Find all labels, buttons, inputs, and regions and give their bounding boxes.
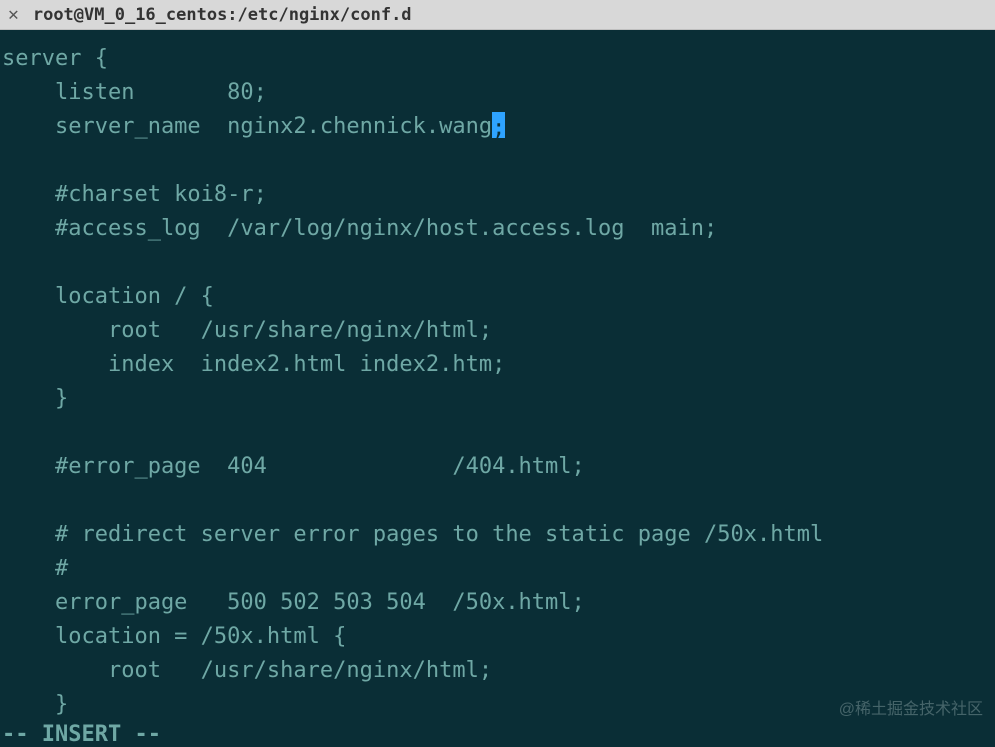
editor-content[interactable]: server { listen 80; server_name nginx2.c… xyxy=(2,42,823,722)
watermark-text: @稀土掘金技术社区 xyxy=(839,695,983,719)
text-cursor: ; xyxy=(492,112,505,138)
vim-mode-line: -- INSERT -- xyxy=(2,722,161,747)
titlebar: ✕ root@VM_0_16_centos:/etc/nginx/conf.d xyxy=(0,0,995,30)
close-icon[interactable]: ✕ xyxy=(8,6,19,24)
window-title: root@VM_0_16_centos:/etc/nginx/conf.d xyxy=(33,5,412,25)
terminal-viewport[interactable]: server { listen 80; server_name nginx2.c… xyxy=(0,30,995,747)
